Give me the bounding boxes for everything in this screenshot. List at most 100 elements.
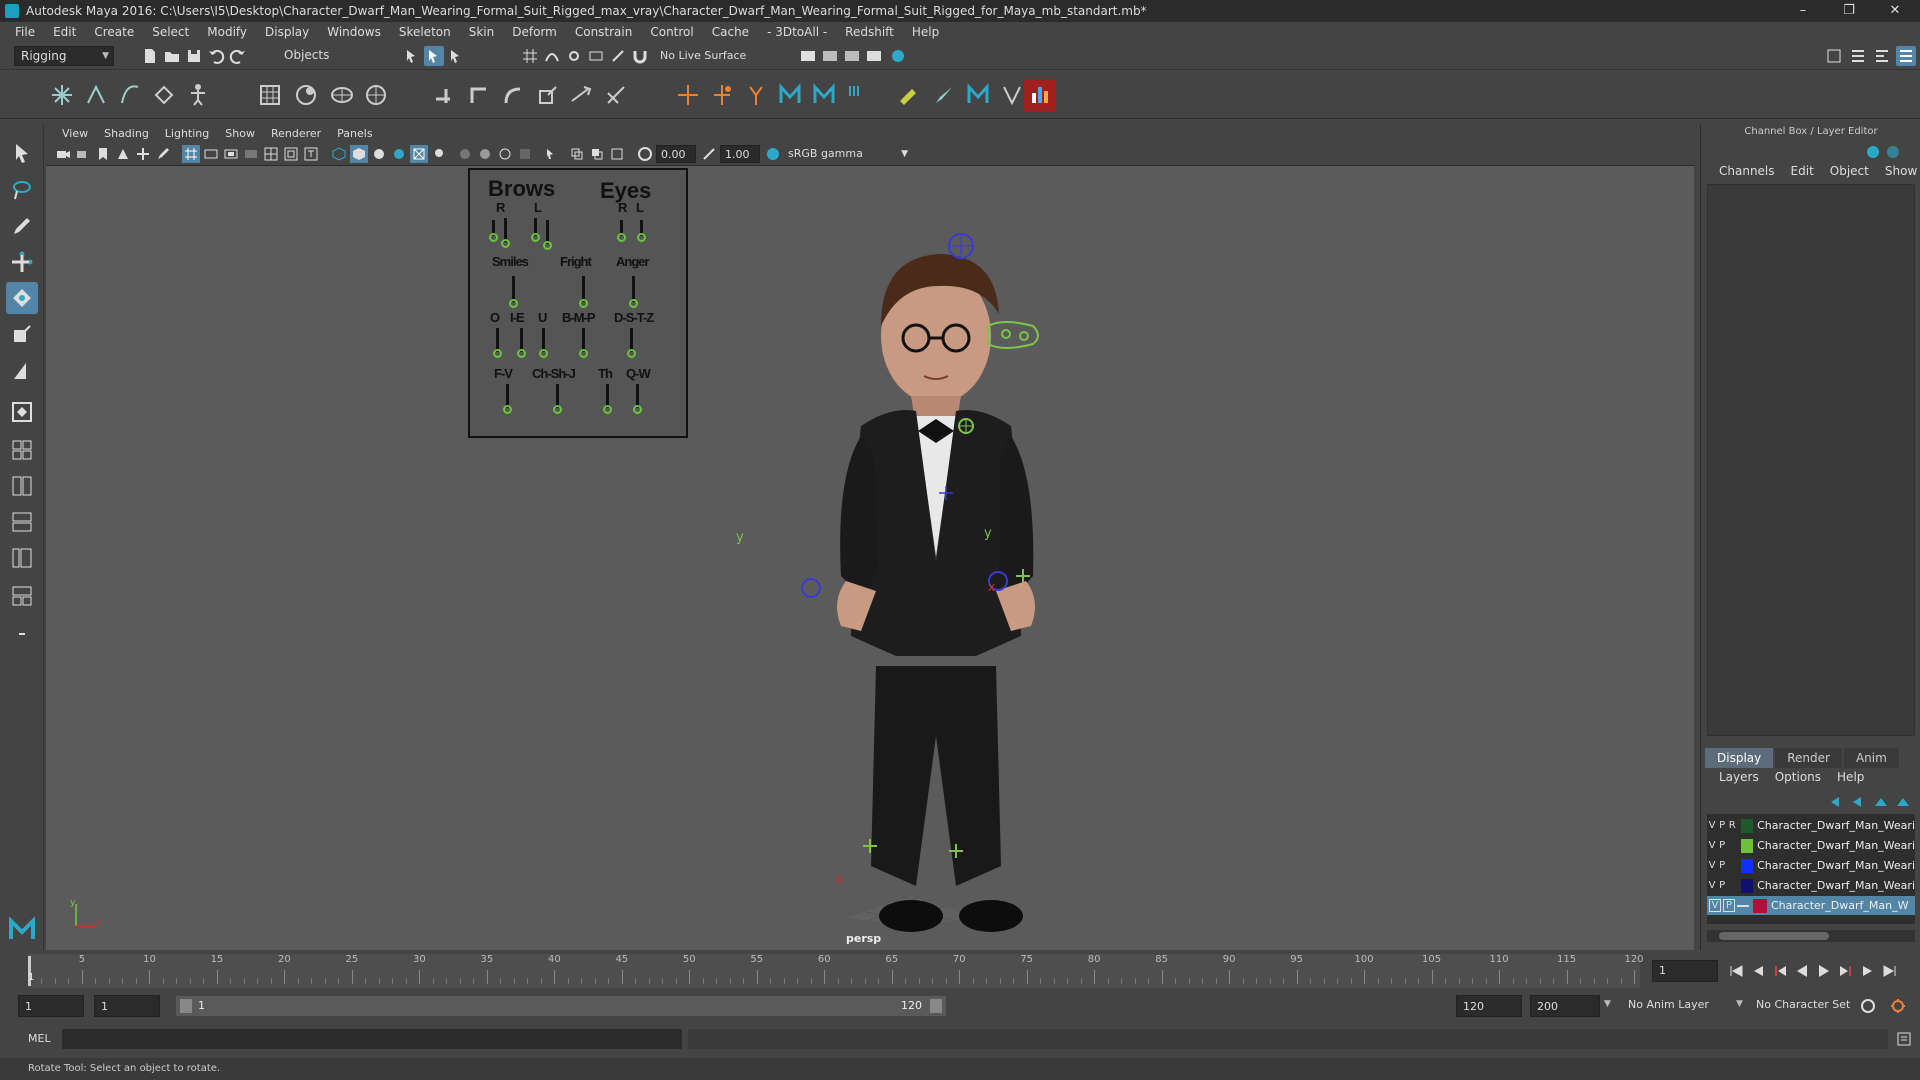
preferences-icon[interactable] xyxy=(1888,996,1908,1016)
ambient-occlusion-icon[interactable] xyxy=(476,145,494,163)
layer-row[interactable]: V P Character_Dwarf_Man_Weari xyxy=(1707,876,1915,895)
slider-knob[interactable] xyxy=(493,349,502,358)
script-editor-icon[interactable] xyxy=(1894,1029,1914,1049)
layer-row[interactable]: V P Character_Dwarf_Man_Weari xyxy=(1707,856,1915,875)
layer-name[interactable]: Character_Dwarf_Man_W xyxy=(1771,899,1909,912)
snap-live-icon[interactable] xyxy=(608,46,628,66)
gate-mask-icon[interactable] xyxy=(242,145,260,163)
scrollbar-thumb[interactable] xyxy=(1719,932,1829,940)
chevron-down-icon[interactable]: ▼ xyxy=(1604,999,1611,1009)
rotate-tool-icon[interactable] xyxy=(6,282,38,314)
brow-l-slider-b[interactable] xyxy=(543,220,552,250)
phoneme-qw-slider[interactable] xyxy=(633,384,642,414)
paint-weights-icon[interactable] xyxy=(892,79,924,111)
hypershade-icon[interactable] xyxy=(888,46,908,66)
phoneme-chshj-slider[interactable] xyxy=(553,384,562,414)
tab-render[interactable]: Render xyxy=(1775,748,1842,768)
animation-start-field[interactable]: 1 xyxy=(18,995,84,1017)
slider-knob[interactable] xyxy=(501,239,510,248)
lasso-tool-icon[interactable] xyxy=(6,174,38,206)
scale-tool-icon[interactable] xyxy=(6,318,38,350)
go-to-start-icon[interactable] xyxy=(1726,961,1746,981)
ik-handle-icon[interactable] xyxy=(80,79,112,111)
wrap-icon[interactable] xyxy=(360,79,392,111)
pole-vector-icon[interactable] xyxy=(600,79,632,111)
magnet-icon[interactable] xyxy=(630,46,650,66)
vp-menu-renderer[interactable]: Renderer xyxy=(263,127,329,140)
step-forward-icon[interactable] xyxy=(1858,961,1878,981)
channel-box-icon[interactable] xyxy=(1896,46,1916,66)
menu-3dtoall[interactable]: - 3DtoAll - xyxy=(758,22,836,42)
phoneme-fv-slider[interactable] xyxy=(503,384,512,414)
slider-knob[interactable] xyxy=(617,233,626,242)
menu-file[interactable]: File xyxy=(6,22,44,42)
maya-script-a-icon[interactable] xyxy=(774,79,806,111)
wireframe-icon[interactable] xyxy=(330,145,348,163)
layer-color-swatch[interactable] xyxy=(1753,898,1767,913)
vp-menu-panels[interactable]: Panels xyxy=(329,127,380,140)
current-frame-field[interactable]: 1 xyxy=(1652,960,1718,982)
locator-cluster-icon[interactable] xyxy=(740,79,772,111)
menu-display[interactable]: Display xyxy=(256,22,318,42)
layer-playback-toggle[interactable]: P xyxy=(1717,860,1727,871)
layer-name[interactable]: Character_Dwarf_Man_Weari xyxy=(1757,859,1915,872)
slider-knob[interactable] xyxy=(579,349,588,358)
menu-modify[interactable]: Modify xyxy=(198,22,256,42)
bind-skin-icon[interactable] xyxy=(148,79,180,111)
last-tool-icon[interactable] xyxy=(6,356,38,388)
maya-script-b-icon[interactable] xyxy=(808,79,840,111)
menu-create[interactable]: Create xyxy=(85,22,143,42)
anger-slider[interactable] xyxy=(629,276,638,308)
menu-deform[interactable]: Deform xyxy=(503,22,566,42)
layer-row[interactable]: V P R Character_Dwarf_Man_Weari xyxy=(1707,816,1915,835)
smooth-shade-icon[interactable] xyxy=(350,145,368,163)
paint-select-icon[interactable] xyxy=(6,210,38,242)
playback-end-field[interactable]: 120 xyxy=(1456,995,1522,1017)
vp-menu-view[interactable]: View xyxy=(54,127,96,140)
backface-cull-icon[interactable] xyxy=(608,145,626,163)
attribute-editor-icon[interactable] xyxy=(1848,46,1868,66)
slider-knob[interactable] xyxy=(543,241,552,250)
cb-menu-edit[interactable]: Edit xyxy=(1783,164,1822,182)
slider-knob[interactable] xyxy=(503,405,512,414)
layer-color-swatch[interactable] xyxy=(1741,818,1754,833)
slider-knob[interactable] xyxy=(603,405,612,414)
color-management-icon[interactable] xyxy=(764,145,782,163)
cb-menu-show[interactable]: Show xyxy=(1877,164,1920,182)
vp-menu-lighting[interactable]: Lighting xyxy=(157,127,217,140)
animation-end-field[interactable]: 200 xyxy=(1530,995,1600,1017)
slider-knob[interactable] xyxy=(637,233,646,242)
layer-menu-layers[interactable]: Layers xyxy=(1711,770,1767,788)
gamma-field[interactable]: 1.00 xyxy=(720,145,760,163)
live-surface-label[interactable]: No Live Surface xyxy=(660,49,746,62)
selection-mode-dropdown[interactable]: Objects xyxy=(278,46,378,66)
layout-four-icon[interactable] xyxy=(6,434,38,466)
slider-knob[interactable] xyxy=(553,405,562,414)
chevron-down-icon[interactable]: ▼ xyxy=(1736,999,1743,1009)
hik-icon[interactable] xyxy=(182,79,214,111)
phoneme-dstz-slider[interactable] xyxy=(627,328,636,358)
multisample-icon[interactable] xyxy=(516,145,534,163)
two-d-pan-icon[interactable] xyxy=(134,145,152,163)
character-set-dropdown[interactable]: No Character Set xyxy=(1756,998,1850,1011)
select-component-icon[interactable] xyxy=(446,46,466,66)
new-scene-icon[interactable] xyxy=(140,46,160,66)
wire-icon[interactable] xyxy=(326,79,358,111)
layer-playback-toggle[interactable]: P xyxy=(1723,899,1735,912)
menu-windows[interactable]: Windows xyxy=(318,22,390,42)
playback-start-field[interactable]: 1 xyxy=(94,995,160,1017)
restore-button[interactable]: ❐ xyxy=(1826,0,1872,22)
layer-editor-toggle-icon[interactable] xyxy=(1887,146,1899,158)
menu-cache[interactable]: Cache xyxy=(703,22,758,42)
select-tool-icon[interactable] xyxy=(6,138,38,170)
slider-knob[interactable] xyxy=(489,233,498,242)
slider-knob[interactable] xyxy=(517,349,526,358)
smiles-slider[interactable] xyxy=(509,276,518,308)
play-backwards-icon[interactable] xyxy=(1792,961,1812,981)
menu-control[interactable]: Control xyxy=(641,22,702,42)
layer-name[interactable]: Character_Dwarf_Man_Weari xyxy=(1757,819,1915,832)
minimize-button[interactable]: – xyxy=(1780,0,1826,22)
layer-row[interactable]: V P Character_Dwarf_Man_Weari xyxy=(1707,836,1915,855)
open-scene-icon[interactable] xyxy=(162,46,182,66)
brow-r-slider-b[interactable] xyxy=(501,218,510,248)
